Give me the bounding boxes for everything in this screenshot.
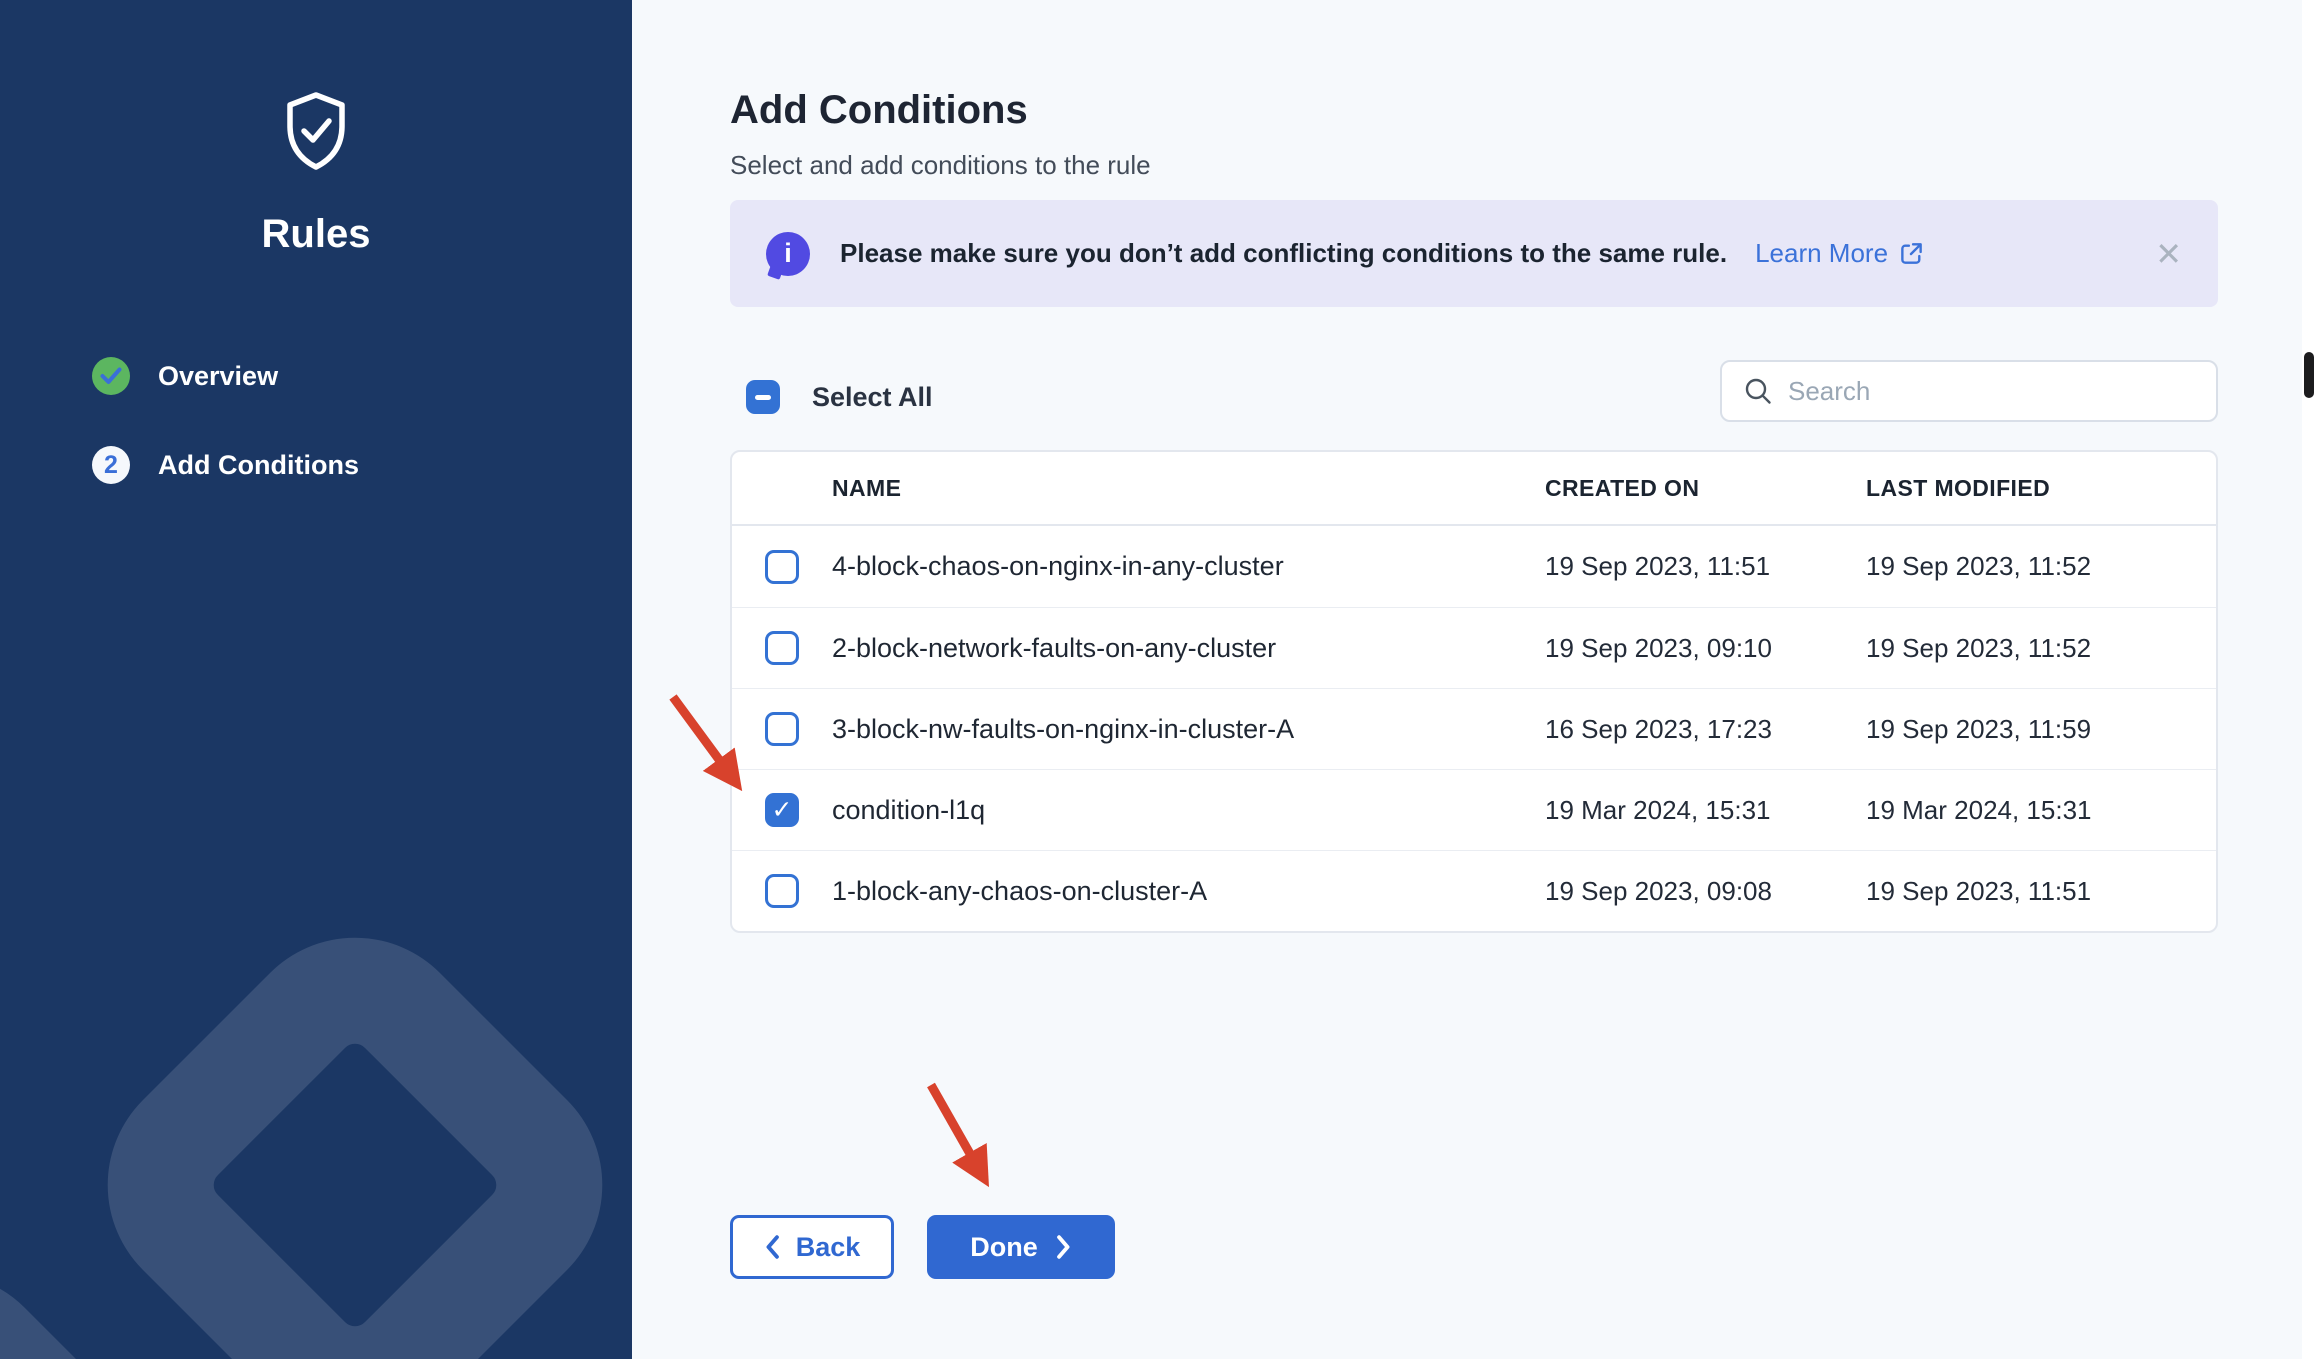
- step-complete-icon: [92, 357, 130, 395]
- done-label: Done: [970, 1232, 1038, 1263]
- condition-name: condition-l1q: [832, 795, 1545, 826]
- created-on: 19 Mar 2024, 15:31: [1545, 795, 1866, 826]
- condition-name: 2-block-network-faults-on-any-cluster: [832, 633, 1545, 664]
- chevron-right-icon: [1054, 1234, 1072, 1260]
- condition-name: 4-block-chaos-on-nginx-in-any-cluster: [832, 551, 1545, 582]
- search-box: [1720, 360, 2218, 422]
- step-overview[interactable]: Overview: [92, 356, 359, 396]
- column-header-created-on: CREATED ON: [1545, 475, 1866, 502]
- last-modified: 19 Mar 2024, 15:31: [1866, 795, 2216, 826]
- created-on: 16 Sep 2023, 17:23: [1545, 714, 1866, 745]
- step-number-icon: 2: [92, 446, 130, 484]
- logo-watermark: [58, 888, 632, 1359]
- condition-name: 1-block-any-chaos-on-cluster-A: [832, 876, 1545, 907]
- table-row-selected[interactable]: condition-l1q 19 Mar 2024, 15:31 19 Mar …: [732, 769, 2216, 850]
- select-all-label: Select All: [812, 382, 933, 413]
- table-header: NAME CREATED ON LAST MODIFIED: [732, 452, 2216, 526]
- learn-more-label: Learn More: [1755, 238, 1888, 269]
- back-button[interactable]: Back: [730, 1215, 894, 1279]
- last-modified: 19 Sep 2023, 11:59: [1866, 714, 2216, 745]
- scrollbar[interactable]: [2302, 0, 2316, 1359]
- select-all-checkbox[interactable]: [746, 380, 780, 414]
- condition-name: 3-block-nw-faults-on-nginx-in-cluster-A: [832, 714, 1545, 745]
- learn-more-link[interactable]: Learn More: [1755, 238, 1925, 269]
- row-checkbox[interactable]: [765, 550, 799, 584]
- sidebar-title: Rules: [0, 212, 632, 257]
- wizard-steps: Overview 2 Add Conditions: [92, 356, 359, 534]
- sidebar: Rules Overview 2 Add Conditions: [0, 0, 632, 1359]
- table-row[interactable]: 2-block-network-faults-on-any-cluster 19…: [732, 607, 2216, 688]
- last-modified: 19 Sep 2023, 11:52: [1866, 633, 2216, 664]
- row-checkbox[interactable]: [765, 874, 799, 908]
- search-icon: [1742, 375, 1774, 407]
- shield-check-icon: [0, 92, 632, 175]
- column-header-last-modified: LAST MODIFIED: [1866, 475, 2216, 502]
- created-on: 19 Sep 2023, 09:08: [1545, 876, 1866, 907]
- column-header-name: NAME: [832, 475, 1545, 502]
- created-on: 19 Sep 2023, 11:51: [1545, 551, 1866, 582]
- step-add-conditions[interactable]: 2 Add Conditions: [92, 445, 359, 485]
- table-row[interactable]: 1-block-any-chaos-on-cluster-A 19 Sep 20…: [732, 850, 2216, 931]
- external-link-icon: [1898, 240, 1925, 267]
- info-banner: i Please make sure you don’t add conflic…: [730, 200, 2218, 307]
- scrollbar-thumb[interactable]: [2304, 352, 2314, 398]
- conditions-table: NAME CREATED ON LAST MODIFIED 4-block-ch…: [730, 450, 2218, 933]
- main-panel: Add Conditions Select and add conditions…: [632, 0, 2316, 1359]
- row-checkbox[interactable]: [765, 793, 799, 827]
- last-modified: 19 Sep 2023, 11:51: [1866, 876, 2216, 907]
- add-conditions-page: Rules Overview 2 Add Conditions Add Cond…: [0, 0, 2316, 1359]
- close-icon[interactable]: ✕: [2155, 238, 2182, 270]
- done-button[interactable]: Done: [927, 1215, 1115, 1279]
- info-icon: i: [766, 232, 810, 276]
- last-modified: 19 Sep 2023, 11:52: [1866, 551, 2216, 582]
- row-checkbox[interactable]: [765, 631, 799, 665]
- chevron-left-icon: [764, 1234, 782, 1260]
- select-all[interactable]: Select All: [746, 380, 933, 414]
- created-on: 19 Sep 2023, 09:10: [1545, 633, 1866, 664]
- table-row[interactable]: 4-block-chaos-on-nginx-in-any-cluster 19…: [732, 526, 2216, 607]
- row-checkbox[interactable]: [765, 712, 799, 746]
- table-row[interactable]: 3-block-nw-faults-on-nginx-in-cluster-A …: [732, 688, 2216, 769]
- page-title: Add Conditions: [730, 88, 1028, 133]
- back-label: Back: [796, 1232, 861, 1263]
- step-label: Add Conditions: [158, 450, 359, 481]
- banner-message: Please make sure you don’t add conflicti…: [840, 238, 1727, 269]
- page-subtitle: Select and add conditions to the rule: [730, 150, 1151, 181]
- search-input[interactable]: [1788, 376, 2196, 407]
- step-label: Overview: [158, 361, 278, 392]
